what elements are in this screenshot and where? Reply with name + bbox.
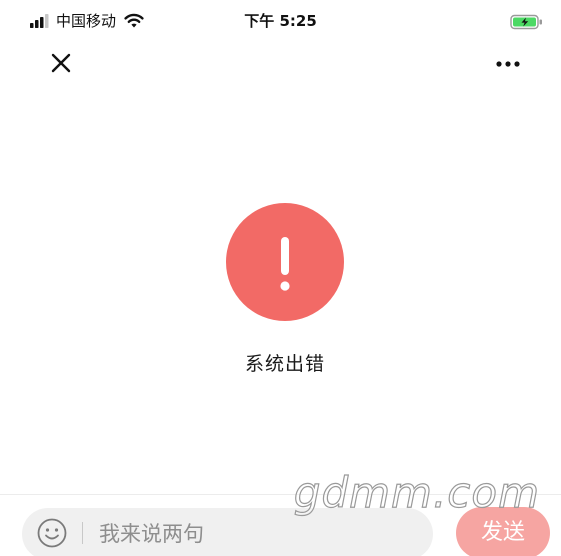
error-message: 系统出错 xyxy=(244,353,325,375)
site-watermark: gdmm.com xyxy=(293,467,540,517)
error-screen: 中国移动 下午 5:25 系统出错 我来说两句 发送 gdmm.com xyxy=(0,0,561,556)
more-icon[interactable] xyxy=(490,50,526,78)
battery-charging-icon xyxy=(510,14,542,30)
exclamation-icon xyxy=(280,237,290,291)
close-icon[interactable] xyxy=(44,46,78,80)
error-badge xyxy=(226,203,344,321)
input-separator xyxy=(82,522,83,544)
comment-placeholder[interactable]: 我来说两句 xyxy=(99,521,204,547)
emoji-icon[interactable] xyxy=(36,517,68,549)
status-time: 下午 5:25 xyxy=(244,12,317,30)
status-bar: 中国移动 下午 5:25 xyxy=(0,0,561,44)
